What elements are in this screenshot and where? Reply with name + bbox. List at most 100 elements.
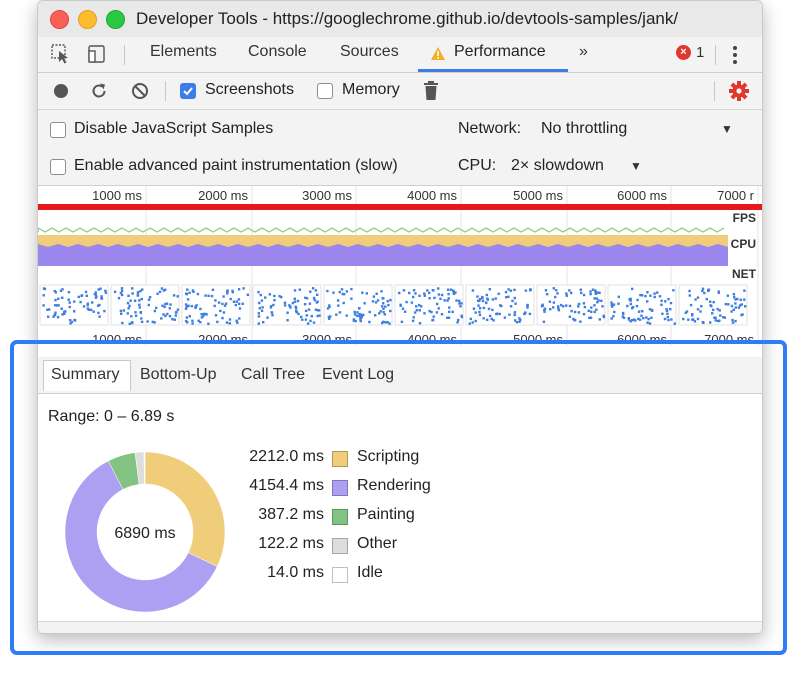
legend-value: 387.2 ms bbox=[258, 506, 324, 523]
network-throttling-select[interactable]: No throttling bbox=[541, 120, 627, 138]
error-count[interactable]: 1 bbox=[696, 44, 704, 61]
net-track-label: NET bbox=[732, 267, 757, 281]
advanced-paint-label[interactable]: Enable advanced paint instrumentation (s… bbox=[74, 157, 398, 175]
title-bar: Developer Tools - https://googlechrome.g… bbox=[38, 1, 762, 38]
legend-swatch bbox=[332, 480, 348, 496]
screenshot-thumbnail[interactable] bbox=[110, 284, 180, 326]
legend-swatch bbox=[332, 538, 348, 554]
cpu-rendering-area bbox=[38, 244, 728, 266]
legend-row-rendering: 4154.4 ms Rendering bbox=[218, 477, 478, 499]
legend-category: Scripting bbox=[357, 448, 420, 465]
fps-graph-line bbox=[38, 227, 725, 233]
record-icon[interactable] bbox=[52, 82, 70, 100]
legend-value: 122.2 ms bbox=[258, 535, 324, 552]
timeline-tick-label: 4000 ms bbox=[407, 332, 457, 346]
error-icon[interactable]: × bbox=[676, 45, 691, 60]
tab-console[interactable]: Console bbox=[248, 43, 307, 61]
legend-swatch bbox=[332, 509, 348, 525]
tab-sources[interactable]: Sources bbox=[340, 43, 399, 61]
subtab-bottom-up[interactable]: Bottom-Up bbox=[140, 366, 216, 384]
network-label: Network: bbox=[458, 120, 522, 137]
subtab-event-log[interactable]: Event Log bbox=[322, 366, 394, 384]
panel-footer bbox=[38, 621, 762, 633]
window-title: Developer Tools - https://googlechrome.g… bbox=[136, 9, 679, 28]
screenshot-thumbnail[interactable] bbox=[607, 284, 677, 326]
checkmark-icon bbox=[183, 87, 193, 96]
legend-swatch bbox=[332, 567, 348, 583]
timeline-tick-label: 2000 ms bbox=[198, 332, 248, 346]
timeline-tick-label: 7000 ms bbox=[704, 332, 754, 346]
legend-category: Rendering bbox=[357, 477, 431, 494]
screenshot-thumbnail[interactable] bbox=[323, 284, 393, 326]
donut-slice-idle bbox=[143, 451, 146, 485]
main-tab-bar: Elements Console Sources Performance » ×… bbox=[38, 37, 762, 73]
legend-category: Painting bbox=[357, 506, 415, 523]
tab-elements[interactable]: Elements bbox=[150, 43, 217, 61]
toolbar-divider bbox=[714, 81, 715, 101]
screenshot-thumbnail[interactable] bbox=[39, 284, 109, 326]
devtools-window: Developer Tools - https://googlechrome.g… bbox=[37, 0, 763, 634]
kebab-menu-icon[interactable] bbox=[730, 44, 740, 66]
legend-row-other: 122.2 ms Other bbox=[218, 535, 478, 557]
screenshots-checkbox[interactable] bbox=[180, 83, 196, 99]
timeline-tick-label: 4000 ms bbox=[407, 188, 457, 203]
subtab-summary[interactable]: Summary bbox=[51, 366, 119, 384]
close-window-button[interactable] bbox=[50, 10, 69, 29]
memory-checkbox[interactable] bbox=[317, 83, 333, 99]
timeline-tick-label: 6000 ms bbox=[617, 188, 667, 203]
screenshots-label[interactable]: Screenshots bbox=[205, 81, 294, 99]
screenshot-thumbnail[interactable] bbox=[394, 284, 464, 326]
range-label: Range: 0 – 6.89 s bbox=[48, 408, 175, 425]
timeline-tick-label: 5000 ms bbox=[513, 332, 563, 346]
timeline-tick-label: 1000 ms bbox=[92, 188, 142, 203]
donut-total-label: 6890 ms bbox=[114, 525, 175, 542]
timeline-tick-label: 7000 r bbox=[717, 188, 755, 203]
performance-toolbar: Screenshots Memory bbox=[38, 73, 762, 110]
inspect-element-icon[interactable] bbox=[50, 43, 72, 65]
memory-label[interactable]: Memory bbox=[342, 81, 400, 99]
cpu-throttling-select[interactable]: 2× slowdown bbox=[511, 157, 604, 175]
legend-category: Idle bbox=[357, 564, 383, 581]
capture-settings-gear-icon[interactable] bbox=[728, 80, 750, 102]
capture-settings-pane: Disable JavaScript Samples Network: No t… bbox=[38, 110, 762, 186]
legend-value: 14.0 ms bbox=[267, 564, 324, 581]
cpu-track-label: CPU bbox=[731, 237, 756, 251]
legend-category: Other bbox=[357, 535, 398, 552]
screenshot-thumbnail[interactable] bbox=[252, 284, 322, 326]
screenshot-thumbnail[interactable] bbox=[465, 284, 535, 326]
chevron-down-icon[interactable]: ▼ bbox=[721, 122, 733, 136]
screenshot-thumbnail[interactable] bbox=[678, 284, 748, 326]
minimize-window-button[interactable] bbox=[78, 10, 97, 29]
active-tab-indicator bbox=[418, 69, 568, 72]
summary-legend: 2212.0 ms Scripting 4154.4 ms Rendering 387.… bbox=[218, 448, 478, 588]
advanced-paint-checkbox[interactable] bbox=[50, 159, 66, 175]
timeline-tick-label: 3000 ms bbox=[302, 332, 352, 346]
details-tab-bar: Summary Bottom-Up Call Tree Event Log bbox=[38, 357, 762, 394]
timeline-overview[interactable]: 1000 ms 2000 ms 3000 ms 4000 ms 5000 ms 6000 … bbox=[38, 186, 762, 347]
screenshot-thumbnail[interactable] bbox=[181, 284, 251, 326]
chevron-down-icon[interactable]: ▼ bbox=[630, 159, 642, 173]
overview-graph[interactable]: 1000 ms 2000 ms 3000 ms 4000 ms 5000 ms 6000 … bbox=[38, 186, 762, 347]
clear-icon[interactable] bbox=[130, 81, 150, 101]
toolbar-divider bbox=[165, 81, 166, 101]
zoom-window-button[interactable] bbox=[106, 10, 125, 29]
subtab-call-tree[interactable]: Call Tree bbox=[241, 366, 305, 384]
fps-track-label: FPS bbox=[733, 211, 756, 225]
trash-icon[interactable] bbox=[422, 80, 440, 101]
more-tabs-button[interactable]: » bbox=[579, 43, 588, 61]
disable-js-samples-label[interactable]: Disable JavaScript Samples bbox=[74, 120, 273, 138]
screenshot-thumbnail[interactable] bbox=[536, 284, 606, 326]
donut-slice-scripting bbox=[144, 451, 226, 567]
warning-icon bbox=[431, 47, 445, 60]
legend-value: 2212.0 ms bbox=[249, 448, 324, 465]
timeline-tick-label: 2000 ms bbox=[198, 188, 248, 203]
timeline-tick-label: 6000 ms bbox=[617, 332, 667, 346]
reload-record-icon[interactable] bbox=[89, 81, 109, 101]
legend-row-scripting: 2212.0 ms Scripting bbox=[218, 448, 478, 470]
tab-performance[interactable]: Performance bbox=[454, 43, 546, 61]
timeline-tick-label: 3000 ms bbox=[302, 188, 352, 203]
device-toolbar-icon[interactable] bbox=[86, 43, 108, 65]
cpu-label: CPU: bbox=[458, 157, 497, 174]
legend-swatch bbox=[332, 451, 348, 467]
disable-js-samples-checkbox[interactable] bbox=[50, 122, 66, 138]
